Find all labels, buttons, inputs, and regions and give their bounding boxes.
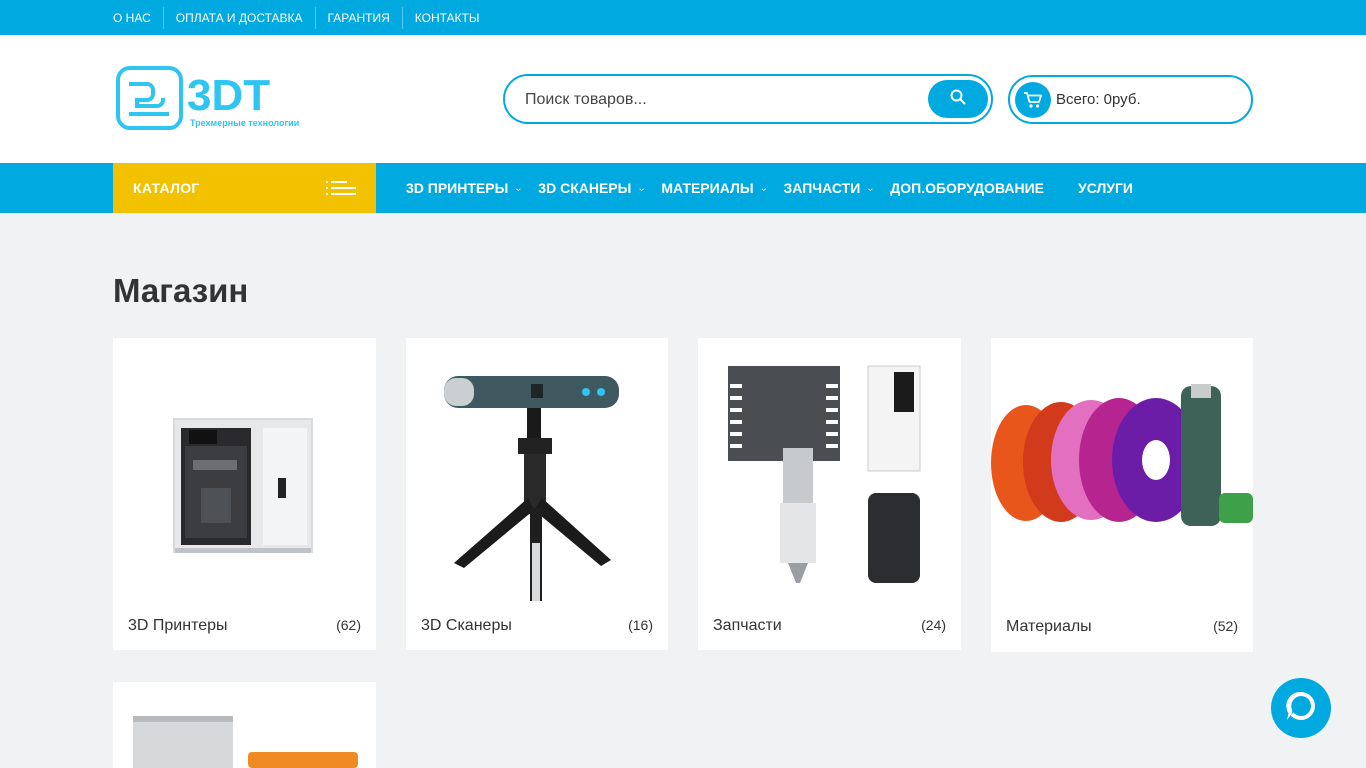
nav-item-label: ЗАПЧАСТИ: [783, 180, 861, 196]
category-card-materials[interactable]: Материалы (52): [991, 338, 1253, 652]
logo-tagline: Трехмерные технологии: [190, 118, 299, 128]
cart-icon: [1015, 82, 1051, 118]
nav-menu: 3D ПРИНТЕРЫ ⌄ 3D СКАНЕРЫ ⌄ МАТЕРИАЛЫ ⌄ ЗАПЧ…: [406, 163, 1167, 213]
chevron-down-icon: ⌄: [514, 182, 523, 194]
chevron-down-icon: ⌄: [866, 182, 875, 194]
nav-item-services[interactable]: УСЛУГИ: [1078, 180, 1133, 196]
category-card-partial[interactable]: [113, 682, 376, 768]
catalog-label: КАТАЛОГ: [133, 180, 200, 196]
category-image-3d-scanner[interactable]: [406, 338, 668, 601]
catalog-button[interactable]: КАТАЛОГ: [113, 163, 376, 213]
top-links: О НАС ОПЛАТА И ДОСТАВКА ГАРАНТИЯ КОНТАКТ…: [113, 0, 491, 35]
nav-item-label: 3D ПРИНТЕРЫ: [406, 180, 509, 196]
top-link-about[interactable]: О НАС: [113, 7, 163, 29]
category-name[interactable]: Запчасти: [713, 617, 782, 635]
nav-item-spare-parts[interactable]: ЗАПЧАСТИ ⌄: [784, 180, 875, 196]
category-name[interactable]: 3D Сканеры: [421, 617, 512, 635]
category-card-3d-scanners[interactable]: 3D Сканеры (16): [406, 338, 668, 650]
search-box: [503, 74, 993, 124]
main-navigation: КАТАЛОГ 3D ПРИНТЕРЫ ⌄ 3D СКАНЕРЫ ⌄ МАТЕРИА…: [0, 163, 1366, 213]
nav-item-extra-equipment[interactable]: ДОП.ОБОРУДОВАНИЕ: [890, 180, 1044, 196]
search-input[interactable]: [525, 88, 905, 112]
nav-item-label: ДОП.ОБОРУДОВАНИЕ: [890, 180, 1044, 196]
category-image-hotend[interactable]: [698, 338, 961, 601]
category-image-filament-spools[interactable]: [991, 338, 1253, 601]
search-button[interactable]: [928, 80, 988, 118]
top-link-contacts[interactable]: КОНТАКТЫ: [401, 6, 492, 29]
nav-item-label: МАТЕРИАЛЫ: [661, 180, 754, 196]
cart-widget[interactable]: Всего: 0руб.: [1008, 75, 1253, 124]
category-card-3d-printers[interactable]: 3D Принтеры (62): [113, 338, 376, 650]
svg-text:3DT: 3DT: [187, 71, 270, 120]
cart-total: Всего: 0руб.: [1056, 91, 1141, 108]
search-icon: [950, 89, 966, 110]
category-count: (24): [921, 617, 946, 633]
chat-icon: [1283, 688, 1319, 729]
category-image-3d-printer[interactable]: [113, 338, 376, 601]
category-card-spare-parts[interactable]: Запчасти (24): [698, 338, 961, 650]
category-count: (52): [1213, 618, 1238, 634]
nav-item-label: 3D СКАНЕРЫ: [538, 180, 632, 196]
chevron-down-icon: ⌄: [637, 182, 646, 194]
nav-item-materials[interactable]: МАТЕРИАЛЫ ⌄: [661, 180, 768, 196]
top-link-warranty[interactable]: ГАРАНТИЯ: [314, 6, 402, 29]
category-image-partial[interactable]: [113, 682, 376, 768]
nav-item-3d-scanners[interactable]: 3D СКАНЕРЫ ⌄: [538, 180, 645, 196]
nav-item-label: УСЛУГИ: [1077, 180, 1133, 196]
chevron-down-icon: ⌄: [759, 182, 768, 194]
category-count: (62): [336, 617, 361, 633]
chat-button[interactable]: [1271, 678, 1331, 738]
top-bar: О НАС ОПЛАТА И ДОСТАВКА ГАРАНТИЯ КОНТАКТ…: [0, 0, 1366, 35]
header: 3DT Трехмерные технологии Всего: 0руб.: [0, 35, 1366, 163]
top-link-payment-delivery[interactable]: ОПЛАТА И ДОСТАВКА: [162, 6, 315, 29]
menu-lines-icon: [326, 180, 356, 196]
page-title: Магазин: [113, 272, 249, 309]
nav-item-3d-printers[interactable]: 3D ПРИНТЕРЫ ⌄: [406, 180, 523, 196]
category-count: (16): [628, 617, 653, 633]
category-name[interactable]: Материалы: [1006, 618, 1092, 636]
site-logo[interactable]: 3DT Трехмерные технологии: [115, 64, 311, 132]
category-name[interactable]: 3D Принтеры: [128, 617, 228, 635]
